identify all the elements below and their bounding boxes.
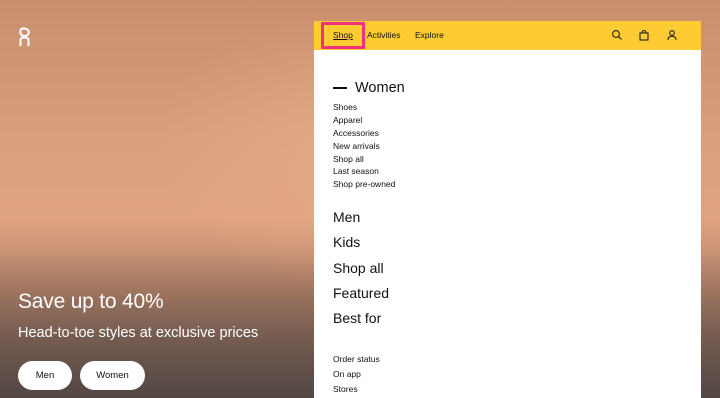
utility-links: Order status On app Stores	[333, 353, 380, 397]
category-featured[interactable]: Featured	[333, 283, 389, 308]
dash-icon	[333, 87, 347, 89]
search-icon[interactable]	[611, 29, 623, 41]
user-icon[interactable]	[666, 29, 678, 41]
menu-link-shop-pre-owned[interactable]: Shop pre-owned	[333, 178, 395, 191]
menu-link-accessories[interactable]: Accessories	[333, 127, 395, 140]
section-title-label: Women	[355, 80, 405, 96]
bag-icon[interactable]	[638, 29, 650, 41]
shop-menu-panel: Shop Activities Explore Women Shoes Appa…	[314, 21, 701, 398]
link-on-app[interactable]: On app	[333, 368, 380, 383]
link-order-status[interactable]: Order status	[333, 353, 380, 368]
shop-men-button[interactable]: Men	[18, 361, 72, 390]
category-men[interactable]: Men	[333, 207, 389, 232]
menu-top-bar: Shop Activities Explore	[314, 21, 701, 50]
menu-link-shoes[interactable]: Shoes	[333, 101, 395, 114]
nav-tab-shop[interactable]: Shop	[333, 30, 353, 40]
hero-subtitle: Head-to-toe styles at exclusive prices	[18, 325, 259, 341]
link-stores[interactable]: Stores	[333, 383, 380, 398]
category-kids[interactable]: Kids	[333, 232, 389, 257]
nav-tab-activities[interactable]: Activities	[367, 30, 401, 40]
category-shop-all[interactable]: Shop all	[333, 258, 389, 283]
nav-tab-explore[interactable]: Explore	[415, 30, 444, 40]
menu-link-last-season[interactable]: Last season	[333, 165, 395, 178]
menu-link-new-arrivals[interactable]: New arrivals	[333, 140, 395, 153]
shop-women-button[interactable]: Women	[80, 361, 145, 390]
hero-title: Save up to 40%	[18, 290, 164, 313]
menu-link-apparel[interactable]: Apparel	[333, 114, 395, 127]
category-list: Men Kids Shop all Featured Best for	[333, 207, 389, 333]
on-logo-icon[interactable]	[18, 27, 32, 47]
women-subitems-list: Shoes Apparel Accessories New arrivals S…	[333, 101, 395, 191]
category-best-for[interactable]: Best for	[333, 308, 389, 333]
section-title-women[interactable]: Women	[333, 80, 405, 96]
menu-link-shop-all[interactable]: Shop all	[333, 153, 395, 166]
